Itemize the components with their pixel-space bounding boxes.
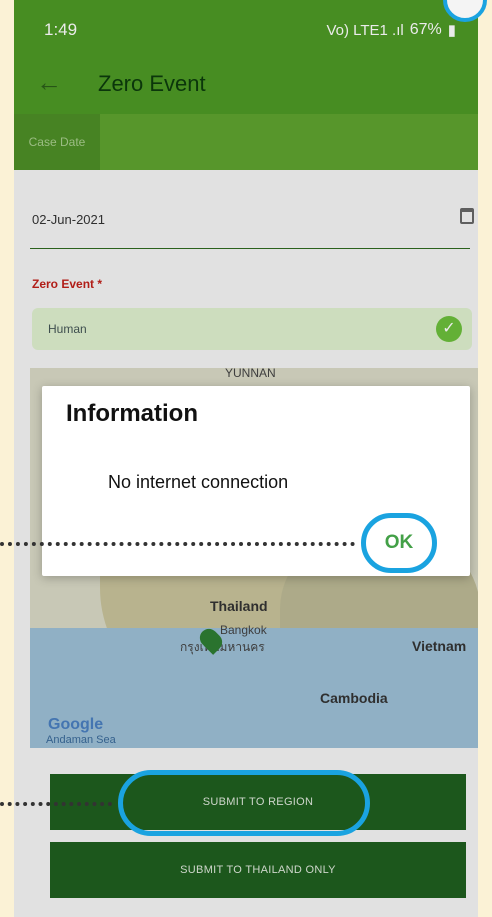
submit-region-highlight (118, 770, 370, 836)
dialog-message: No internet connection (108, 472, 289, 492)
ok-button-highlight[interactable]: OK (361, 513, 437, 573)
ok-button[interactable]: OK (366, 518, 432, 568)
callout-dotted-line (0, 542, 355, 546)
dialog-title: Information (66, 400, 198, 427)
callout-dotted-line (0, 802, 112, 806)
